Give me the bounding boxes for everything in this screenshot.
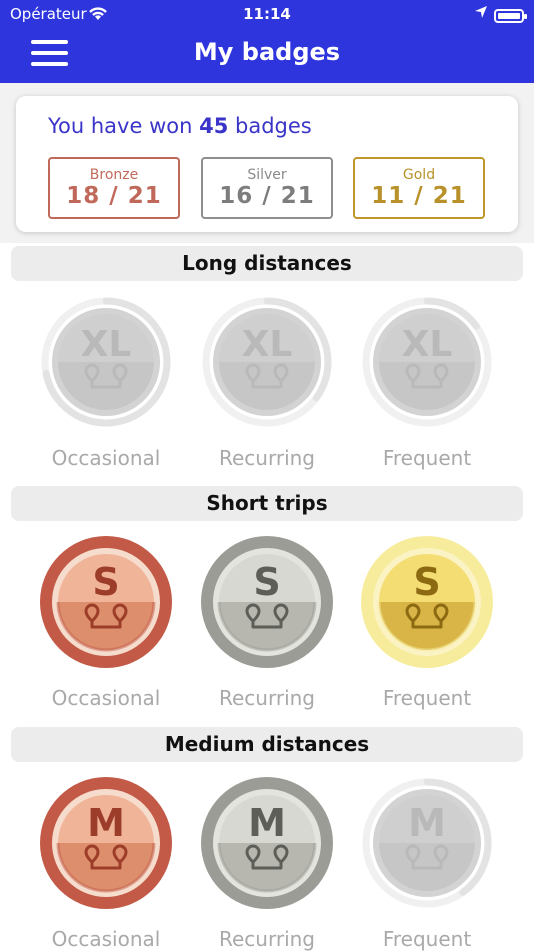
clock: 11:14 <box>243 5 291 23</box>
badge-locked[interactable]: XL <box>192 287 342 437</box>
badge-caption: Frequent <box>382 927 472 951</box>
location-arrow-icon <box>474 5 488 23</box>
badge-caption: Recurring <box>219 927 315 951</box>
badge-locked[interactable]: XL <box>352 287 502 437</box>
badge-letter: M <box>87 801 125 845</box>
silver-count-box: Silver 16 / 21 <box>201 157 333 219</box>
badge-bronze[interactable]: M <box>31 768 181 918</box>
bronze-label: Bronze <box>89 167 139 183</box>
gold-value: 11 / 21 <box>371 183 467 209</box>
badge-icon[interactable]: S <box>192 527 342 677</box>
badge-icon[interactable]: S <box>352 527 502 677</box>
gold-label: Gold <box>402 167 436 183</box>
section-header: Short trips <box>11 486 523 521</box>
status-bar: Opérateur 11:14 <box>0 4 534 24</box>
badges-won-text: You have won 45 badges <box>48 114 312 138</box>
badge-letter: M <box>248 801 286 845</box>
badge-icon[interactable]: S <box>31 527 181 677</box>
badge-locked[interactable]: XL <box>31 287 181 437</box>
battery-icon <box>494 9 527 23</box>
section-header: Long distances <box>11 246 523 281</box>
badge-letter: XL <box>402 324 453 365</box>
badge-caption: Occasional <box>51 927 161 951</box>
badge-locked[interactable]: M <box>352 768 502 918</box>
silver-label: Silver <box>247 167 287 183</box>
gold-count-box: Gold 11 / 21 <box>353 157 485 219</box>
badge-caption: Recurring <box>219 446 315 470</box>
badge-letter: XL <box>242 324 293 365</box>
bronze-value: 18 / 21 <box>66 183 162 209</box>
won-count: 45 <box>199 114 229 138</box>
badge-icon[interactable]: M <box>192 768 342 918</box>
badge-caption: Frequent <box>382 686 472 710</box>
badge-letter: S <box>253 560 280 604</box>
badge-letter: XL <box>81 324 132 365</box>
badge-caption: Occasional <box>51 686 161 710</box>
badge-letter: S <box>92 560 119 604</box>
badge-bronze[interactable]: S <box>31 527 181 677</box>
badge-icon[interactable]: M <box>352 768 502 918</box>
won-prefix: You have won <box>48 114 193 138</box>
badge-summary-card: You have won 45 badges Bronze 18 / 21 Si… <box>16 96 518 232</box>
section-header: Medium distances <box>11 727 523 762</box>
bronze-count-box: Bronze 18 / 21 <box>48 157 180 219</box>
badge-silver[interactable]: M <box>192 768 342 918</box>
badge-caption: Occasional <box>51 446 161 470</box>
badge-icon[interactable]: XL <box>192 287 342 437</box>
badge-icon[interactable]: M <box>31 768 181 918</box>
badge-letter: M <box>408 801 446 845</box>
badge-caption: Frequent <box>382 446 472 470</box>
badge-icon[interactable]: XL <box>352 287 502 437</box>
page-title: My badges <box>193 38 341 66</box>
badge-caption: Recurring <box>219 686 315 710</box>
badge-gold[interactable]: S <box>352 527 502 677</box>
won-suffix: badges <box>235 114 312 138</box>
badge-letter: S <box>413 560 440 604</box>
silver-value: 16 / 21 <box>219 183 315 209</box>
badge-icon[interactable]: XL <box>31 287 181 437</box>
app-header: Opérateur 11:14 My badges <box>0 0 534 83</box>
badge-silver[interactable]: S <box>192 527 342 677</box>
